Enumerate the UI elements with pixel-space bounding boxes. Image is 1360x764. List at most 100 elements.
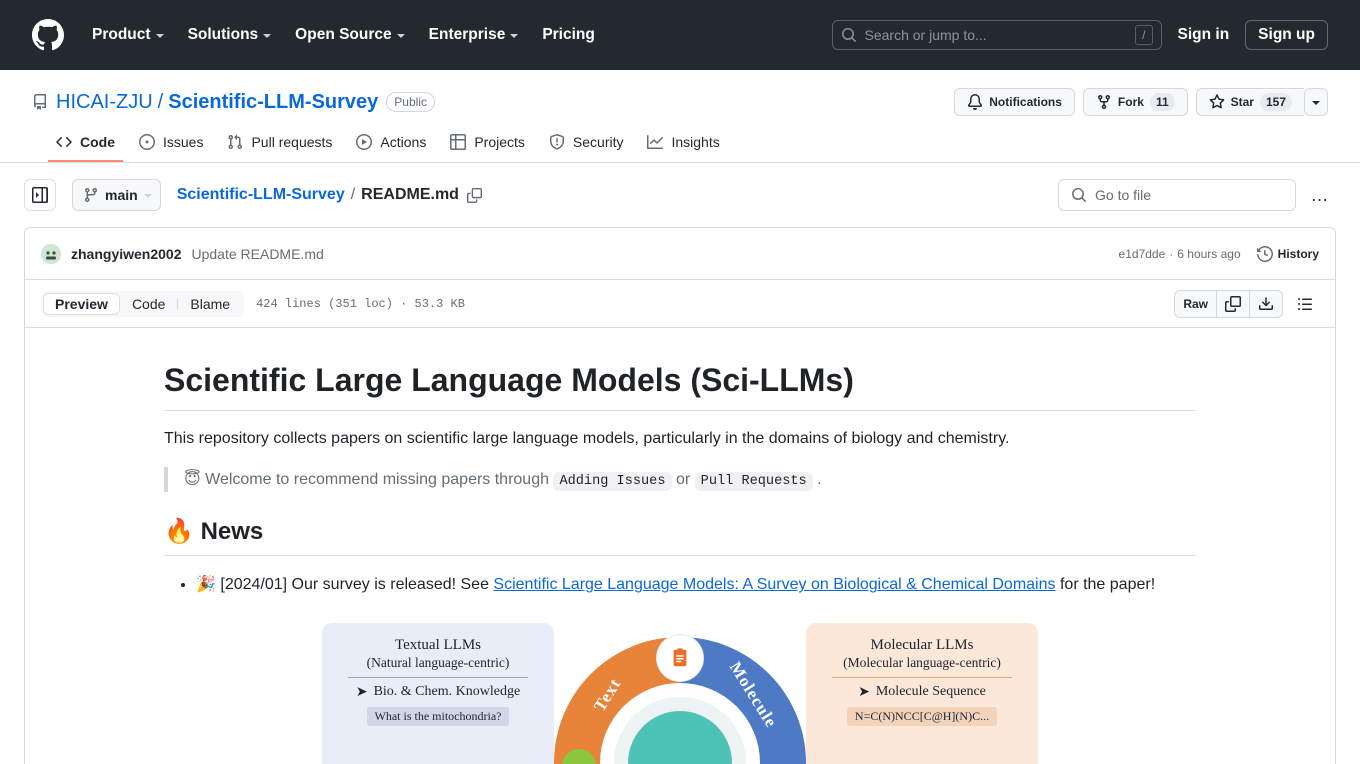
- figure-molecular-llms-panel: Molecular LLMs (Molecular language-centr…: [806, 623, 1038, 764]
- file-stats: 424 lines (351 loc) · 53.3 KB: [256, 296, 465, 311]
- bell-icon: [967, 94, 983, 110]
- copy-icon[interactable]: [1217, 290, 1250, 317]
- star-icon: [1209, 94, 1225, 110]
- arrow-bullet-icon: ➤: [858, 684, 870, 700]
- repository-header: HICAI-ZJU / Scientific-LLM-Survey Public…: [0, 70, 1360, 163]
- code-icon: [56, 134, 72, 150]
- repo-owner-link[interactable]: HICAI-ZJU: [56, 91, 153, 114]
- raw-button[interactable]: Raw: [1175, 290, 1217, 317]
- avatar[interactable]: [41, 243, 61, 264]
- commit-right-group: e1d7dde · 6 hours ago History: [1119, 245, 1319, 262]
- tab-pull-requests[interactable]: Pull requests: [219, 126, 340, 162]
- readme-rendered-content: Scientific Large Language Models (Sci-LL…: [25, 328, 1335, 764]
- quote-conjunction: or: [675, 471, 691, 488]
- table-icon: [450, 134, 467, 150]
- tab-actions[interactable]: Actions: [348, 126, 434, 162]
- go-to-file-input[interactable]: Go to file: [1058, 179, 1296, 211]
- repo-separator: /: [157, 90, 164, 113]
- repository-actions: Notifications Fork 11 Star 157: [954, 88, 1328, 116]
- fork-label: Fork: [1117, 95, 1144, 109]
- nav-item-label: Product: [92, 26, 151, 43]
- tab-label: Projects: [474, 134, 525, 150]
- search-input[interactable]: Search or jump to... /: [831, 20, 1162, 50]
- figure-right-subtitle: (Molecular language-centric): [843, 654, 1001, 670]
- figure-right-bullet: ➤ Molecule Sequence: [858, 684, 986, 701]
- chevron-down-icon: [143, 194, 152, 198]
- nav-item-label: Enterprise: [428, 26, 506, 43]
- star-dropdown-button[interactable]: [1304, 88, 1328, 116]
- news-heading-text: News: [200, 518, 264, 546]
- nav-item-label: Open Source: [295, 26, 392, 43]
- branch-selector[interactable]: main: [72, 179, 161, 211]
- breadcrumb-current-file: README.md: [361, 186, 459, 203]
- copy-path-icon[interactable]: [466, 187, 482, 203]
- figure-right-title: Molecular LLMs: [870, 637, 974, 654]
- figure-textual-llms-panel: Textual LLMs (Natural language-centric) …: [322, 623, 554, 764]
- nav-item-enterprise[interactable]: Enterprise: [417, 18, 531, 52]
- play-icon: [356, 134, 373, 150]
- view-preview-tab[interactable]: Preview: [43, 292, 120, 315]
- history-label: History: [1277, 246, 1319, 261]
- markdown-container: Scientific Large Language Models (Sci-LL…: [164, 360, 1196, 764]
- nav-item-pricing[interactable]: Pricing: [530, 18, 607, 52]
- breadcrumb: Scientific-LLM-Survey / README.md: [177, 186, 482, 204]
- tab-issues[interactable]: Issues: [131, 126, 211, 162]
- tab-label: Issues: [163, 134, 204, 150]
- fork-button[interactable]: Fork 11: [1082, 88, 1188, 116]
- tab-label: Actions: [380, 134, 427, 150]
- survey-paper-link[interactable]: Scientific Large Language Models: A Surv…: [493, 576, 1055, 593]
- git-pull-request-icon: [227, 134, 243, 150]
- github-mark-icon[interactable]: [32, 19, 64, 51]
- file-content-box: zhangyiwen2002 Update README.md e1d7dde …: [24, 227, 1336, 764]
- view-blame-tab[interactable]: Blame: [178, 293, 242, 315]
- figure-left-title: Textual LLMs: [394, 637, 481, 654]
- fork-count: 11: [1149, 93, 1175, 111]
- more-options-button[interactable]: …: [1304, 179, 1336, 211]
- tab-label: Insights: [671, 134, 720, 150]
- history-link[interactable]: History: [1256, 245, 1319, 262]
- nav-item-product[interactable]: Product: [80, 18, 176, 52]
- sign-up-button[interactable]: Sign up: [1245, 20, 1328, 50]
- fork-icon: [1096, 94, 1112, 110]
- figure-left-subtitle: (Natural language-centric): [366, 654, 510, 670]
- repo-name-link[interactable]: Scientific-LLM-Survey: [168, 91, 378, 114]
- star-button[interactable]: Star 157: [1195, 88, 1304, 116]
- figure-left-example-chip: What is the mitochondria?: [366, 706, 510, 726]
- shield-icon: [549, 134, 565, 150]
- file-toolbar-right-group: Raw: [1174, 289, 1319, 318]
- commit-message-link[interactable]: Update README.md: [192, 246, 324, 262]
- pull-requests-code: Pull Requests: [694, 472, 813, 491]
- news-item-prefix: [2024/01] Our survey is released! See: [220, 576, 489, 594]
- nav-item-open-source[interactable]: Open Source: [283, 18, 416, 52]
- commit-hash[interactable]: e1d7dde: [1119, 247, 1166, 261]
- download-icon[interactable]: [1250, 291, 1282, 317]
- commit-time: 6 hours ago: [1177, 246, 1241, 261]
- history-icon: [1256, 245, 1273, 262]
- view-code-tab[interactable]: Code: [120, 293, 177, 315]
- tab-insights[interactable]: Insights: [639, 126, 727, 162]
- tab-security[interactable]: Security: [541, 126, 632, 162]
- global-nav: Product Solutions Open Source Enterprise…: [80, 18, 607, 52]
- breadcrumb-root-link[interactable]: Scientific-LLM-Survey: [177, 186, 345, 204]
- sign-in-link[interactable]: Sign in: [1178, 26, 1230, 44]
- commit-separator: ·: [1169, 246, 1174, 261]
- tab-label: Security: [572, 134, 624, 150]
- nav-item-solutions[interactable]: Solutions: [176, 18, 284, 52]
- notifications-button[interactable]: Notifications: [954, 88, 1075, 116]
- branch-name: main: [105, 187, 138, 203]
- sidebar-expand-icon[interactable]: [24, 179, 56, 211]
- news-list: 🎉 [2024/01] Our survey is released! See …: [164, 572, 1196, 597]
- graph-icon: [647, 134, 664, 150]
- figure-right-bullet-text: Molecule Sequence: [875, 684, 986, 700]
- commit-author-link[interactable]: zhangyiwen2002: [71, 246, 182, 262]
- tab-code[interactable]: Code: [48, 126, 123, 162]
- arrow-bullet-icon: ➤: [355, 684, 368, 700]
- star-label: Star: [1230, 95, 1254, 109]
- search-icon: [841, 27, 857, 43]
- tab-projects[interactable]: Projects: [442, 126, 533, 162]
- list-unordered-icon[interactable]: [1291, 290, 1319, 318]
- welcome-blockquote: 😇 Welcome to recommend missing papers th…: [164, 467, 1196, 493]
- figure-right-example-chip: N=C(N)NCC[C@H](N)C...: [846, 706, 998, 726]
- star-button-group: Star 157: [1195, 88, 1328, 116]
- star-count: 157: [1259, 93, 1292, 111]
